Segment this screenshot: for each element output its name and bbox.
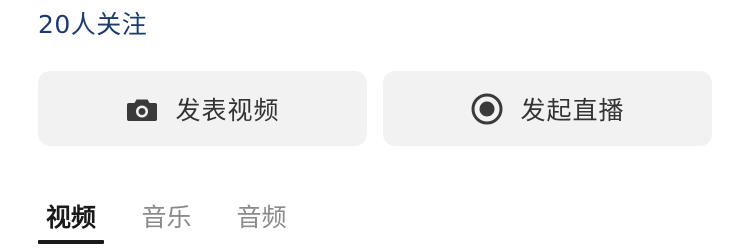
tab-video-label: 视频 — [45, 203, 96, 232]
camera-icon — [125, 92, 159, 126]
tab-audio-label: 音频 — [236, 203, 287, 232]
start-live-button[interactable]: 发起直播 — [383, 71, 712, 146]
live-record-icon — [470, 92, 504, 126]
start-live-label: 发起直播 — [520, 95, 625, 125]
tab-active-indicator — [38, 240, 104, 244]
tab-music-label: 音乐 — [141, 203, 192, 232]
tab-audio[interactable]: 音频 — [234, 196, 289, 244]
tab-music[interactable]: 音乐 — [139, 196, 194, 244]
publish-video-label: 发表视频 — [175, 95, 280, 125]
content-tabs: 视频 音乐 音频 — [38, 196, 289, 249]
publish-video-button[interactable]: 发表视频 — [38, 71, 367, 146]
tab-video[interactable]: 视频 — [38, 196, 104, 244]
followers-count[interactable]: 20人关注 — [38, 8, 147, 42]
